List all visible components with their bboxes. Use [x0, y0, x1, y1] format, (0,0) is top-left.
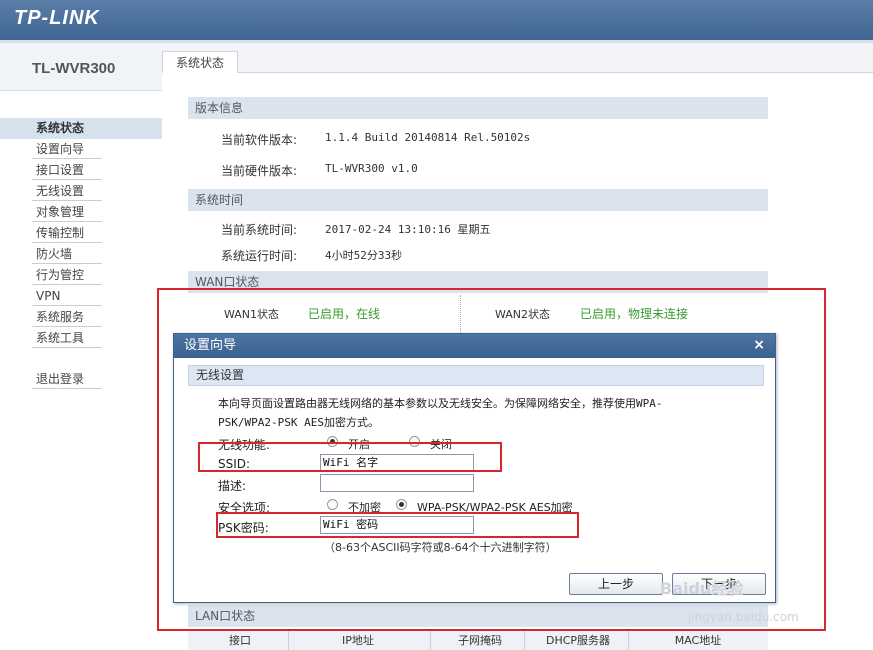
tab-row: 系统状态	[162, 43, 873, 74]
sidebar-item-vpn[interactable]: VPN	[0, 286, 162, 307]
hardware-version-value: TL-WVR300 v1.0	[325, 162, 418, 175]
highlight-box-ssid	[198, 442, 502, 472]
version-section-header: 版本信息	[188, 97, 768, 119]
lan-col-dhcp: DHCP服务器	[545, 634, 611, 647]
sidebar-item-transfer-control[interactable]: 传输控制	[0, 223, 162, 244]
sidebar-item-system-status[interactable]: 系统状态	[0, 118, 162, 139]
sidebar-item-interface-settings[interactable]: 接口设置	[0, 160, 162, 181]
uptime-label: 系统运行时间:	[221, 249, 298, 263]
baidu-watermark: Baidu经验	[660, 579, 744, 598]
lan-table-header: 接口 IP地址 子网掩码 DHCP服务器 MAC地址	[188, 629, 768, 650]
wireless-section-header: 无线设置	[188, 365, 764, 386]
sidebar-item-system-services[interactable]: 系统服务	[0, 307, 162, 328]
highlight-box-psk	[216, 512, 579, 538]
sidebar-item-object-management[interactable]: 对象管理	[0, 202, 162, 223]
dialog-title: 设置向导	[174, 334, 775, 358]
lan-col-netmask: 子网掩码	[458, 634, 502, 647]
current-time-label: 当前系统时间:	[221, 223, 298, 237]
description-input[interactable]	[320, 474, 474, 492]
model-box: TL-WVR300	[0, 43, 162, 91]
description-label: 描述:	[218, 479, 247, 493]
sidebar-nav: 系统状态 设置向导 接口设置 无线设置 对象管理 传输控制 防火墙 行为管控 V…	[0, 118, 162, 390]
baidu-watermark-url: jingyan.baidu.com	[688, 610, 799, 624]
security-wpa-radio[interactable]	[396, 499, 407, 510]
model-name: TL-WVR300	[32, 60, 116, 77]
top-header: TP-LINK	[0, 0, 873, 40]
software-version-label: 当前软件版本:	[221, 133, 298, 147]
tab-system-status[interactable]: 系统状态	[162, 51, 238, 74]
tp-link-logo: TP-LINK	[14, 7, 100, 29]
psk-hint: （8-63个ASCII码字符或8-64个十六进制字符）	[324, 541, 557, 554]
security-none-radio[interactable]	[327, 499, 338, 510]
lan-col-mac: MAC地址	[674, 634, 722, 647]
sidebar: TL-WVR300 系统状态 设置向导 接口设置 无线设置 对象管理 传输控制 …	[0, 43, 162, 650]
uptime-value: 4小时52分33秒	[325, 249, 403, 262]
sidebar-item-logout[interactable]: 退出登录	[0, 369, 162, 390]
hardware-version-label: 当前硬件版本:	[221, 164, 298, 178]
close-icon[interactable]: ×	[753, 337, 765, 353]
sidebar-item-setup-wizard[interactable]: 设置向导	[0, 139, 162, 160]
wizard-description: 本向导页面设置路由器无线网络的基本参数以及无线安全。为保障网络安全，推荐使用WP…	[218, 397, 663, 429]
prev-step-button[interactable]: 上一步	[569, 573, 663, 595]
software-version-value: 1.1.4 Build 20140814 Rel.50102s	[325, 131, 531, 144]
sidebar-item-wireless-settings[interactable]: 无线设置	[0, 181, 162, 202]
lan-col-interface: 接口	[229, 634, 251, 647]
lan-col-ip: IP地址	[342, 634, 374, 647]
sidebar-item-system-tools[interactable]: 系统工具	[0, 328, 162, 349]
sidebar-item-behavior-control[interactable]: 行为管控	[0, 265, 162, 286]
current-time-value: 2017-02-24 13:10:16 星期五	[325, 223, 491, 236]
sidebar-item-firewall[interactable]: 防火墙	[0, 244, 162, 265]
time-section-header: 系统时间	[188, 189, 768, 211]
